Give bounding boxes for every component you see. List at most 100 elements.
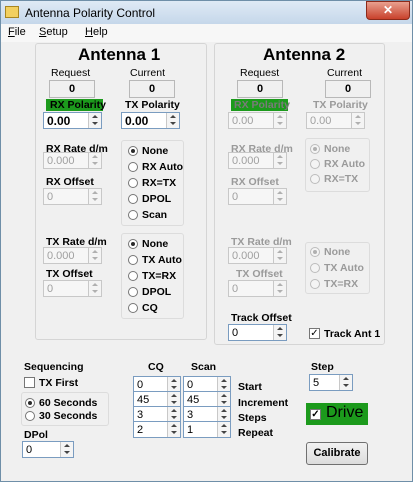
antenna1-rx-mode-scan-radio[interactable] <box>128 210 138 220</box>
antenna2-rx-offset-input[interactable]: 0 <box>228 188 287 205</box>
antenna1-request-label: Request <box>51 67 91 79</box>
antenna1-tx-mode-label: TX Auto <box>142 254 182 266</box>
antenna2-request-value: 0 <box>237 80 283 98</box>
antenna1-tx-mode-cq-radio[interactable] <box>128 303 138 313</box>
antenna1-rx-rate-input[interactable]: 0.000 <box>43 152 102 169</box>
spin-arrows-icon[interactable] <box>339 375 352 390</box>
tx-first-checkbox[interactable] <box>24 377 35 388</box>
title-bar: Antenna Polarity Control ✕ <box>1 1 412 24</box>
antenna1-rx-mode-label: RX=TX <box>142 177 177 189</box>
close-icon[interactable]: ✕ <box>366 1 410 20</box>
tx-first-label: TX First <box>39 377 79 389</box>
antenna1-rx-mode-label: RX Auto <box>142 161 184 173</box>
spin-arrows-icon[interactable] <box>273 153 286 168</box>
spin-arrows-icon[interactable] <box>167 377 180 392</box>
track-offset-label: Track Offset <box>231 312 292 324</box>
drive-toggle[interactable]: ✓ Drive <box>306 403 368 425</box>
antenna2-title: Antenna 2 <box>263 45 346 64</box>
app-icon <box>5 6 19 18</box>
menu-file[interactable]: File <box>8 26 26 38</box>
track-offset-input[interactable]: 0 <box>228 324 287 341</box>
start-row-label: Start <box>238 381 262 393</box>
antenna1-rx-polarity-label: RX Polarity <box>46 99 106 111</box>
antenna2-tx-offset-input[interactable]: 0 <box>228 280 287 297</box>
antenna1-rx-offset-input[interactable]: 0 <box>43 188 102 205</box>
antenna2-rx-mode-label: None <box>324 143 351 155</box>
drive-checkbox[interactable]: ✓ <box>310 409 321 420</box>
spin-arrows-icon[interactable] <box>88 189 101 204</box>
antenna2-tx-polarity-input[interactable]: 0.00 <box>306 112 365 129</box>
spin-arrows-icon[interactable] <box>167 422 180 437</box>
menu-help[interactable]: Help <box>85 26 108 38</box>
seq-60-seconds-radio[interactable] <box>25 398 35 408</box>
antenna2-request-label: Request <box>240 67 280 79</box>
spin-arrows-icon[interactable] <box>88 153 101 168</box>
antenna2-tx-mode-txrx-radio[interactable] <box>310 279 320 289</box>
antenna1-tx-mode-txrx-radio[interactable] <box>128 271 138 281</box>
cq-repeat-input[interactable]: 2 <box>133 421 181 438</box>
increment-row-label: Increment <box>238 397 289 409</box>
spin-arrows-icon[interactable] <box>217 392 230 407</box>
spin-arrows-icon[interactable] <box>88 281 101 296</box>
antenna2-current-label: Current <box>327 67 363 79</box>
antenna2-rx-mode-auto-radio[interactable] <box>310 159 320 169</box>
spin-arrows-icon[interactable] <box>273 248 286 263</box>
seq-30-seconds-radio[interactable] <box>25 411 35 421</box>
antenna2-tx-mode-none-radio[interactable] <box>310 247 320 257</box>
antenna2-tx-mode-label: TX=RX <box>324 278 359 290</box>
antenna1-tx-mode-dpol-radio[interactable] <box>128 287 138 297</box>
track-ant1-checkbox[interactable]: ✓ <box>309 328 320 339</box>
antenna2-rx-rate-input[interactable]: 0.000 <box>228 152 287 169</box>
seq-option-label: 30 Seconds <box>39 410 98 422</box>
spin-arrows-icon[interactable] <box>88 248 101 263</box>
antenna2-rx-mode-none-radio[interactable] <box>310 144 320 154</box>
spin-arrows-icon[interactable] <box>88 113 101 128</box>
spin-arrows-icon[interactable] <box>273 189 286 204</box>
antenna2-rx-polarity-label: RX Polarity <box>231 99 290 111</box>
calibrate-button[interactable]: Calibrate <box>306 442 368 465</box>
dpol-label: DPol <box>24 429 48 441</box>
scan-repeat-input[interactable]: 1 <box>183 421 231 438</box>
antenna1-rx-mode-rxtx-radio[interactable] <box>128 178 138 188</box>
antenna1-title: Antenna 1 <box>78 45 161 64</box>
spin-arrows-icon[interactable] <box>273 281 286 296</box>
spin-arrows-icon[interactable] <box>217 377 230 392</box>
antenna1-tx-polarity-input[interactable]: 0.00 <box>121 112 180 129</box>
spin-arrows-icon[interactable] <box>167 407 180 422</box>
drive-label: Drive <box>326 404 364 421</box>
menu-setup[interactable]: Setup <box>39 26 68 38</box>
antenna1-tx-mode-none-radio[interactable] <box>128 239 138 249</box>
step-input[interactable]: 5 <box>309 374 353 391</box>
spin-arrows-icon[interactable] <box>166 113 179 128</box>
antenna1-tx-offset-label: TX Offset <box>46 268 93 280</box>
spin-arrows-icon[interactable] <box>60 442 73 457</box>
spin-arrows-icon[interactable] <box>273 325 286 340</box>
antenna1-tx-offset-input[interactable]: 0 <box>43 280 102 297</box>
antenna1-tx-polarity-label: TX Polarity <box>125 99 180 111</box>
dpol-input[interactable]: 0 <box>22 441 74 458</box>
antenna1-current-label: Current <box>130 67 166 79</box>
spin-arrows-icon[interactable] <box>351 113 364 128</box>
antenna1-rx-mode-auto-radio[interactable] <box>128 162 138 172</box>
antenna1-rx-mode-dpol-radio[interactable] <box>128 194 138 204</box>
antenna1-rx-polarity-input[interactable]: 0.00 <box>43 112 102 129</box>
antenna2-tx-rate-input[interactable]: 0.000 <box>228 247 287 264</box>
spin-arrows-icon[interactable] <box>273 113 286 128</box>
menu-bar: File Setup Help <box>1 24 412 42</box>
scan-column-label: Scan <box>191 361 217 373</box>
antenna1-rx-mode-label: Scan <box>142 209 168 221</box>
antenna1-current-value: 0 <box>129 80 175 98</box>
antenna1-rx-mode-none-radio[interactable] <box>128 146 138 156</box>
spin-arrows-icon[interactable] <box>167 392 180 407</box>
antenna2-tx-mode-auto-radio[interactable] <box>310 263 320 273</box>
antenna2-rx-mode-rxtx-radio[interactable] <box>310 174 320 184</box>
antenna1-tx-rate-input[interactable]: 0.000 <box>43 247 102 264</box>
spin-arrows-icon[interactable] <box>217 407 230 422</box>
steps-row-label: Steps <box>238 412 267 424</box>
antenna1-tx-mode-auto-radio[interactable] <box>128 255 138 265</box>
antenna2-tx-polarity-label: TX Polarity <box>313 99 368 111</box>
window-title: Antenna Polarity Control <box>25 6 156 20</box>
sequencing-label: Sequencing <box>24 361 84 373</box>
spin-arrows-icon[interactable] <box>217 422 230 437</box>
antenna2-rx-polarity-input[interactable]: 0.00 <box>228 112 287 129</box>
